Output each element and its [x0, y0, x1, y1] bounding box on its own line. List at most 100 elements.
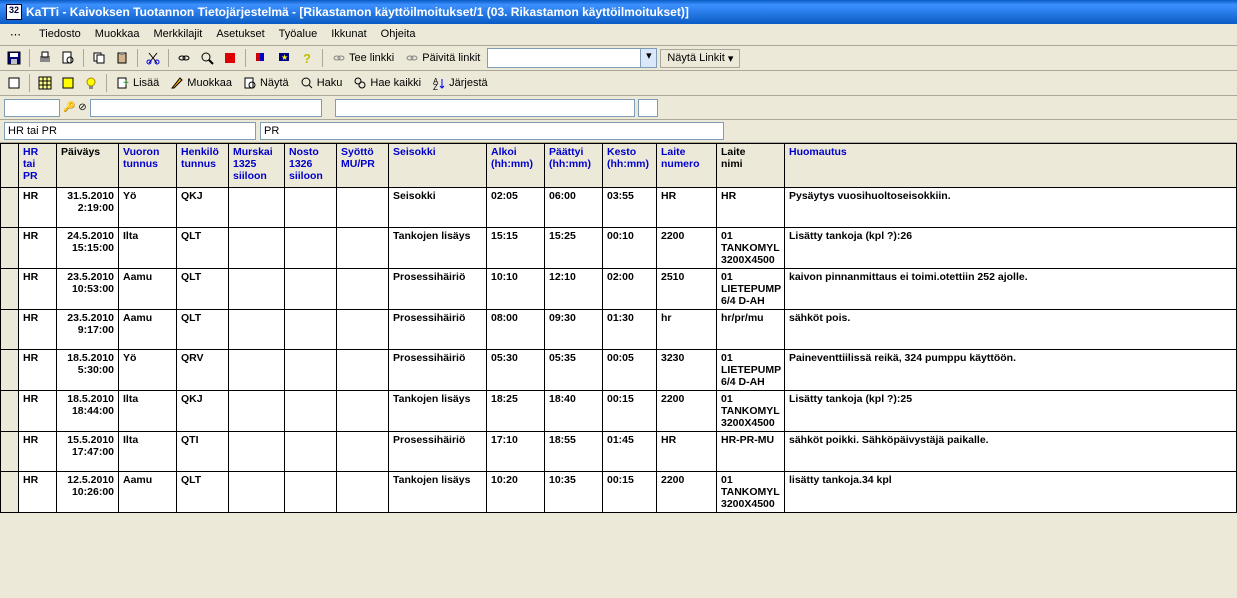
col-paivays[interactable]: Päiväys: [57, 144, 119, 188]
filter-input-3[interactable]: [335, 99, 635, 117]
menu-ikkunat[interactable]: Ikkunat: [325, 26, 372, 43]
filter-input-4[interactable]: [638, 99, 658, 117]
col-alkoi[interactable]: Alkoi (hh:mm): [487, 144, 545, 188]
cell-seisokki: Tankojen lisäys: [389, 391, 487, 432]
col-syotto[interactable]: Syöttö MU/PR: [337, 144, 389, 188]
cell-nosto: [285, 188, 337, 228]
row-selector[interactable]: [1, 228, 19, 269]
help-icon[interactable]: ?: [297, 48, 317, 68]
tb2-a-icon[interactable]: [4, 73, 24, 93]
cell-seisokki: Tankojen lisäys: [389, 228, 487, 269]
cell-syotto: [337, 391, 389, 432]
cell-date: 24.5.2010 15:15:00: [57, 228, 119, 269]
cell-kesto: 00:15: [603, 391, 657, 432]
cell-nosto: [285, 310, 337, 350]
muokkaa-button[interactable]: Muokkaa: [166, 76, 236, 90]
combo-dropdown[interactable]: ▾: [487, 48, 657, 68]
jarjesta-button[interactable]: AZJärjestä: [428, 76, 492, 90]
cell-paattyi: 05:35: [545, 350, 603, 391]
cell-paattyi: 18:55: [545, 432, 603, 472]
menu-muokkaa[interactable]: Muokkaa: [89, 26, 146, 43]
table-row[interactable]: HR15.5.2010 17:47:00IltaQTIProsessihäiri…: [1, 432, 1237, 472]
col-huomautus[interactable]: Huomautus: [785, 144, 1237, 188]
cell-henkilo: QLT: [177, 310, 229, 350]
row-selector[interactable]: [1, 432, 19, 472]
row-selector[interactable]: [1, 310, 19, 350]
col-laitenimi[interactable]: Laite nimi: [717, 144, 785, 188]
row-selector[interactable]: [1, 188, 19, 228]
cell-murska: [229, 188, 285, 228]
cell-murska: [229, 432, 285, 472]
cell-laitenum: 3230: [657, 350, 717, 391]
col-laitenum[interactable]: Laite numero: [657, 144, 717, 188]
cell-date: 15.5.2010 17:47:00: [57, 432, 119, 472]
cell-nosto: [285, 432, 337, 472]
row-selector[interactable]: [1, 350, 19, 391]
cut-icon[interactable]: [143, 48, 163, 68]
menu-merkkilajit[interactable]: Merkkilajit: [147, 26, 208, 43]
menu-tiedosto[interactable]: Tiedosto: [33, 26, 87, 43]
save-icon[interactable]: [4, 48, 24, 68]
filter-pr-input[interactable]: [260, 122, 724, 140]
cell-henkilo: QTI: [177, 432, 229, 472]
table-row[interactable]: HR23.5.2010 10:53:00AamuQLTProsessihäiri…: [1, 269, 1237, 310]
cell-vuoro: Aamu: [119, 310, 177, 350]
filter-hrpr-input[interactable]: [4, 122, 256, 140]
haku-button[interactable]: Haku: [296, 76, 347, 90]
cell-alkoi: 10:10: [487, 269, 545, 310]
nayta-button[interactable]: Näytä: [239, 76, 293, 90]
cell-vuoro: Ilta: [119, 228, 177, 269]
table-row[interactable]: HR24.5.2010 15:15:00IltaQLTTankojen lisä…: [1, 228, 1237, 269]
cell-date: 18.5.2010 5:30:00: [57, 350, 119, 391]
col-hrpr[interactable]: HR tai PR: [19, 144, 57, 188]
flag-red-icon[interactable]: [220, 48, 240, 68]
toolbar-main: ★ ? Tee linkki Päivitä linkit ▾ Näytä Li…: [0, 46, 1237, 71]
haekaikki-button[interactable]: Hae kaikki: [349, 76, 425, 90]
paivitalinkit-button[interactable]: Päivitä linkit: [401, 52, 484, 64]
filter-row-2: [0, 120, 1237, 143]
cell-huomautus: Lisätty tankoja (kpl ?):25: [785, 391, 1237, 432]
col-murska[interactable]: Murskai 1325 siiloon: [229, 144, 285, 188]
menu-ohjeita[interactable]: Ohjeita: [375, 26, 422, 43]
flag-a-icon[interactable]: [251, 48, 271, 68]
col-vuoron[interactable]: Vuoron tunnus: [119, 144, 177, 188]
toolbar-secondary: +Lisää Muokkaa Näytä Haku Hae kaikki AZJ…: [0, 71, 1237, 96]
preview-icon[interactable]: [58, 48, 78, 68]
cell-hrpr: HR: [19, 310, 57, 350]
table-row[interactable]: HR18.5.2010 5:30:00YöQRVProsessihäiriö05…: [1, 350, 1237, 391]
col-kesto[interactable]: Kesto (hh:mm): [603, 144, 657, 188]
row-selector[interactable]: [1, 472, 19, 513]
cell-hrpr: HR: [19, 228, 57, 269]
lisaa-button[interactable]: +Lisää: [112, 76, 163, 90]
naytalinkit-button[interactable]: Näytä Linkit ▾: [660, 49, 740, 68]
copy-icon[interactable]: [89, 48, 109, 68]
app-icon: 32: [6, 4, 22, 20]
col-henkilo[interactable]: Henkilö tunnus: [177, 144, 229, 188]
filter-row-1: 🔑 ⊘: [0, 96, 1237, 120]
filter-input-2[interactable]: [90, 99, 322, 117]
filter-input-1[interactable]: [4, 99, 60, 117]
form-icon[interactable]: [58, 73, 78, 93]
col-nosto[interactable]: Nosto 1326 siiloon: [285, 144, 337, 188]
print-icon[interactable]: [35, 48, 55, 68]
row-selector[interactable]: [1, 269, 19, 310]
col-paattyi[interactable]: Päättyi (hh:mm): [545, 144, 603, 188]
table-row[interactable]: HR12.5.2010 10:26:00AamuQLTTankojen lisä…: [1, 472, 1237, 513]
cell-date: 31.5.2010 2:19:00: [57, 188, 119, 228]
lightbulb-icon[interactable]: [81, 73, 101, 93]
grid-icon[interactable]: [35, 73, 55, 93]
menu-tyoalue[interactable]: Työalue: [273, 26, 324, 43]
link-icon[interactable]: [174, 48, 194, 68]
table-row[interactable]: HR18.5.2010 18:44:00IltaQKJTankojen lisä…: [1, 391, 1237, 432]
find-icon[interactable]: [197, 48, 217, 68]
paste-icon[interactable]: [112, 48, 132, 68]
row-selector[interactable]: [1, 391, 19, 432]
table-row[interactable]: HR31.5.2010 2:19:00YöQKJSeisokki02:0506:…: [1, 188, 1237, 228]
table-row[interactable]: HR23.5.2010 9:17:00AamuQLTProsessihäiriö…: [1, 310, 1237, 350]
menu-asetukset[interactable]: Asetukset: [210, 26, 270, 43]
cell-murska: [229, 228, 285, 269]
cell-date: 18.5.2010 18:44:00: [57, 391, 119, 432]
flag-b-icon[interactable]: ★: [274, 48, 294, 68]
teelinkki-button[interactable]: Tee linkki: [328, 52, 398, 64]
col-seisokki[interactable]: Seisokki: [389, 144, 487, 188]
